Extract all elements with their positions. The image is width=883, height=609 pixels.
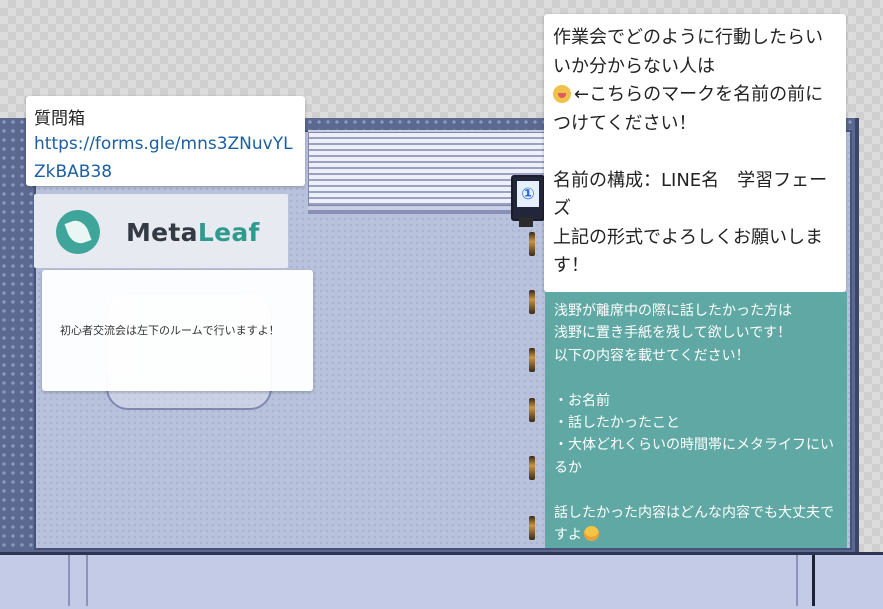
partition-post: [529, 290, 535, 314]
hallway-divider: [86, 555, 88, 606]
question-box-title: 質問箱: [34, 109, 85, 129]
kiosk-stand: [519, 217, 533, 227]
beginner-meetup-notice: 初心者交流会は左下のルームで行いますよ！: [42, 270, 313, 391]
info-kiosk[interactable]: ①: [511, 175, 545, 221]
question-box-panel: 質問箱 https://forms.gle/mns3ZNuvYLZkBAB38: [26, 96, 305, 186]
partition-post: [529, 398, 535, 422]
message-bullet-name: ・お名前: [554, 392, 610, 409]
hallway-divider: [796, 555, 798, 606]
leaf-icon: [56, 210, 100, 254]
logo-word-meta: Meta: [126, 218, 198, 247]
instructions-line-3: 名前の構成：LINE名 学習フェーズ: [553, 169, 828, 220]
notice-text: 初心者交流会は左下のルームで行いますよ！: [60, 324, 280, 337]
logo-wordmark: MetaLeaf: [126, 218, 260, 247]
message-line-3: 以下の内容を載せてください！: [554, 347, 750, 364]
message-board-text: 浅野が離席中の際に話したかった方は 浅野に置き手紙を残して欲しいです！ 以下の内…: [554, 300, 842, 546]
partition-post: [529, 516, 535, 540]
message-bullet-time: ・大体どれくらいの時間帯にメタライフにいるか: [554, 437, 834, 476]
partition-post: [529, 348, 535, 372]
question-box-link[interactable]: https://forms.gle/mns3ZNuvYLZkBAB38: [34, 130, 299, 186]
instructions-line-1: 作業会でどのように行動したらいいか分からない人は: [553, 27, 823, 77]
lower-hallway: [0, 552, 883, 609]
instructions-line-4: 上記の形式でよろしくお願いします！: [553, 226, 823, 277]
hallway-divider: [68, 555, 70, 606]
leave-message-board: 浅野が離席中の際に話したかった方は 浅野に置き手紙を残して欲しいです！ 以下の内…: [545, 292, 847, 548]
message-line-2: 浅野に置き手紙を残して欲しいです！: [554, 325, 792, 342]
logo-word-leaf: Leaf: [197, 218, 260, 247]
message-line-1: 浅野が離席中の際に話したかった方は: [554, 303, 792, 319]
smile-emoji-icon: [584, 526, 599, 542]
partition-post: [529, 232, 535, 256]
partition-post: [529, 456, 535, 480]
info-kiosk-icon: ①: [517, 181, 539, 207]
hallway-divider: [812, 555, 815, 606]
instructions-line-2: ←こちらのマークを名前の前につけてください！: [553, 84, 824, 134]
hot-face-emoji-icon: [553, 85, 571, 103]
naming-instructions-panel: 作業会でどのように行動したらいいか分からない人は ←こちらのマークを名前の前につ…: [544, 14, 846, 292]
instructions-text: 作業会でどのように行動したらいいか分からない人は ←こちらのマークを名前の前につ…: [553, 24, 839, 281]
metaleaf-logo-sign: MetaLeaf: [34, 194, 288, 268]
message-bullet-topic: ・話したかったこと: [554, 415, 680, 432]
